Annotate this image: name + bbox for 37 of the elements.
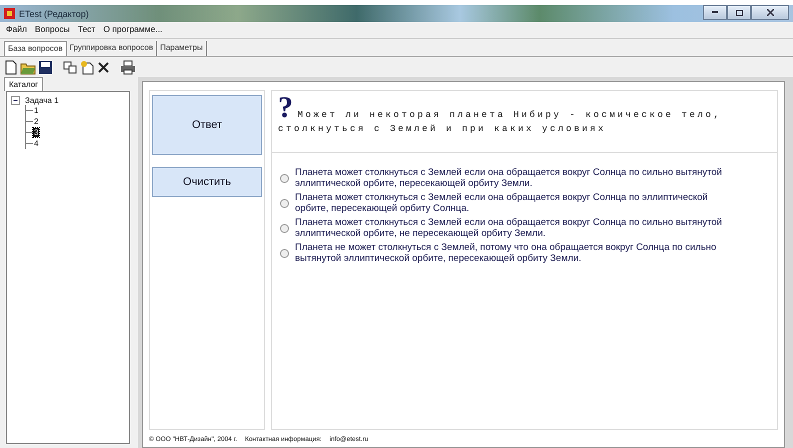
answer-option[interactable]: Планета может столкнуться с Землей если она обращается вокруг Солнца по сильно вытянутой эллиптической орбите, пересекающей орбиту Земли. [295,167,730,189]
page-icon[interactable] [4,60,18,74]
minimize-icon [712,11,718,14]
radio-button[interactable] [280,224,289,232]
menu-item[interactable]: Тест [78,24,96,36]
tab[interactable]: База вопросов [4,41,67,56]
tab[interactable]: Параметры [157,41,207,56]
menu-item[interactable]: Вопросы [34,24,70,36]
page-star-icon[interactable] [80,60,95,74]
maximize-icon [736,10,742,16]
answer-option[interactable]: Планета не может столкнуться с Землей, потому что она обращается вокруг Солнца по сильно вытянутой эллиптической орбите, пересекающей орбиту Земли. [295,242,730,264]
close-icon [766,9,774,16]
tree-item[interactable]: 2 [33,117,40,126]
answer-option[interactable]: Планета может столкнуться с Землей если она обращается вокруг Солнца по эллиптической орбите, пересекающей орбиту Солнца. [295,192,730,214]
catalog-tab[interactable]: Каталог [4,77,44,91]
app-icon [4,8,15,19]
maximize-button[interactable] [727,5,751,20]
menu-item[interactable]: О программе... [103,24,162,36]
cross-icon[interactable] [97,60,110,74]
printer-icon[interactable] [120,60,136,74]
window-title: ETest (Редактор) [19,8,90,18]
tree-item[interactable]: 4 [33,139,40,148]
pages-icon[interactable] [63,60,78,74]
tree-item[interactable]: 3 [33,128,40,137]
close-button[interactable] [751,5,789,20]
menu-item[interactable]: Файл [6,24,27,36]
clear-button[interactable]: Очистить [152,167,262,197]
minus-icon[interactable] [11,96,20,105]
tree-item[interactable]: 1 [33,106,40,115]
answer-option[interactable]: Планета может столкнуться с Землей если она обращается вокруг Солнца по сильно вытянутой эллиптической орбите, не пересекающей орбиту Земли. [295,217,730,239]
tab[interactable]: Группировка вопросов [66,41,158,56]
radio-button[interactable] [280,248,289,258]
answer-button[interactable]: Ответ [152,95,262,155]
radio-button[interactable] [280,198,289,208]
tree-item[interactable]: Задача 1 [24,96,60,105]
minimize-button[interactable] [703,5,727,20]
radio-button[interactable] [280,174,289,182]
